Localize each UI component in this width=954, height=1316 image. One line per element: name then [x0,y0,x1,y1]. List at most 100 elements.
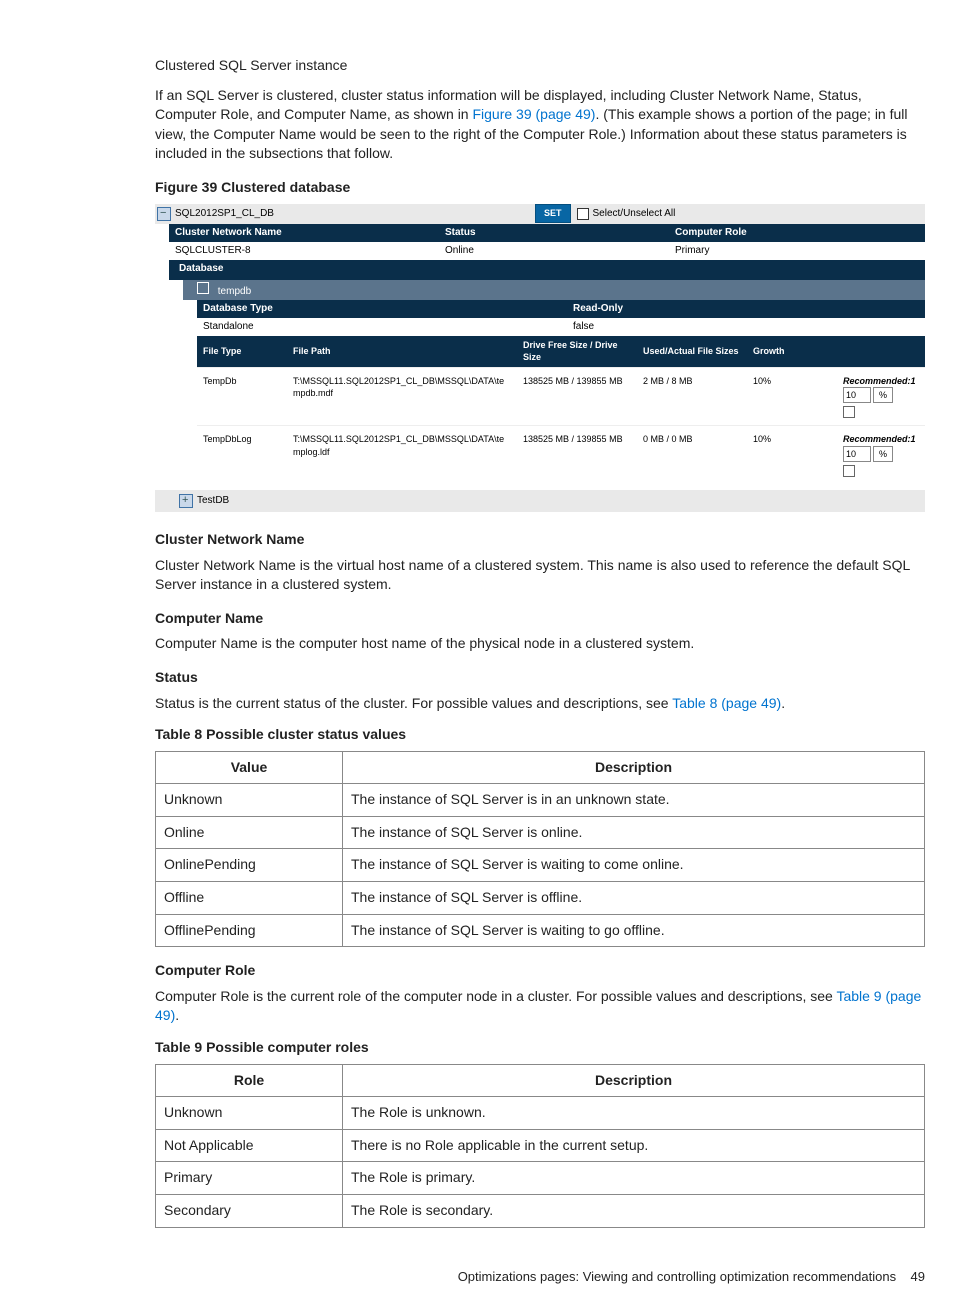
table-cell-value: Primary [156,1162,343,1195]
table-cell-value: Online [156,816,343,849]
file-growth: 10% [747,372,837,391]
section-cr-text: Computer Role is the current role of the… [155,987,925,1026]
intro-heading: Clustered SQL Server instance [155,56,925,76]
file-header-row: File Type File Path Drive Free Size / Dr… [197,336,925,367]
collapse-icon[interactable] [157,207,171,221]
reco-value-input[interactable]: 10 [843,387,871,403]
hdr-file-path: File Path [287,342,517,361]
table-row: SecondaryThe Role is secondary. [156,1195,925,1228]
section-cn-text: Computer Name is the computer host name … [155,634,925,654]
table-cell-desc: The instance of SQL Server is waiting to… [343,849,925,882]
tempdb-band[interactable]: tempdb [183,280,925,300]
file-path: T:\MSSQL11.SQL2012SP1_CL_DB\MSSQL\DATA\t… [287,372,517,403]
reco-label: Recommended:1 [843,376,916,386]
hdr-file-type: File Type [197,342,287,361]
dbtype-data-row: Standalone false [197,318,925,336]
table-cell-desc: The Role is secondary. [343,1195,925,1228]
db-instance-name: SQL2012SP1_CL_DB [175,207,535,221]
table-cell-desc: The Role is unknown. [343,1097,925,1130]
table9-col2: Description [343,1064,925,1097]
table-cell-desc: The instance of SQL Server is waiting to… [343,914,925,947]
cr-text-b: . [175,1007,179,1023]
table8-link[interactable]: Table 8 (page 49) [672,695,781,711]
select-all-label: Select/Unselect All [593,207,676,221]
tempdb-label: tempdb [218,286,251,297]
file-drive: 138525 MB / 139855 MB [517,372,637,391]
file-used: 0 MB / 0 MB [637,430,747,449]
reco-unit[interactable]: % [873,446,893,462]
file-growth: 10% [747,430,837,449]
hdr-growth: Growth [747,342,837,361]
reco-checkbox[interactable] [843,465,855,477]
figure39-title: Figure 39 Clustered database [155,178,925,198]
file-drive: 138525 MB / 139855 MB [517,430,637,449]
table-row: PrimaryThe Role is primary. [156,1162,925,1195]
collapse-icon[interactable] [197,282,209,294]
cluster-header-row: Cluster Network Name Status Computer Rol… [169,224,925,242]
table-row: OnlineThe instance of SQL Server is onli… [156,816,925,849]
table9-col1: Role [156,1064,343,1097]
hdr-cluster-network-name: Cluster Network Name [169,224,439,242]
dbtype-header-row: Database Type Read-Only [197,300,925,318]
file-type: TempDbLog [197,430,287,449]
figure39-link[interactable]: Figure 39 (page 49) [472,106,595,122]
reco-label: Recommended:1 [843,434,916,444]
select-all-checkbox[interactable] [577,208,589,220]
table-cell-desc: The instance of SQL Server is offline. [343,882,925,915]
status-text-b: . [781,695,785,711]
val-cluster-network-name: SQLCLUSTER-8 [169,242,439,260]
reco-value-input[interactable]: 10 [843,446,871,462]
table-cell-value: Unknown [156,784,343,817]
section-status-heading: Status [155,668,925,688]
table-row: UnknownThe instance of SQL Server is in … [156,784,925,817]
reco-unit[interactable]: % [873,387,893,403]
table-cell-desc: The Role is primary. [343,1162,925,1195]
table8-col1: Value [156,751,343,784]
hdr-read-only: Read-Only [567,300,925,318]
testdb-label: TestDB [197,494,229,508]
hdr-reco [837,348,925,354]
table-row: UnknownThe Role is unknown. [156,1097,925,1130]
file-reco: Recommended:110% [837,372,925,422]
file-row: TempDbT:\MSSQL11.SQL2012SP1_CL_DB\MSSQL\… [197,367,925,426]
val-database-type: Standalone [197,318,567,336]
table-cell-desc: The instance of SQL Server is in an unkn… [343,784,925,817]
val-status: Online [439,242,669,260]
hdr-database-type: Database Type [197,300,567,318]
hdr-computer-role: Computer Role [669,224,925,242]
file-reco: Recommended:1 10% [837,430,925,480]
section-status-text: Status is the current status of the clus… [155,694,925,714]
section-cr-heading: Computer Role [155,961,925,981]
testdb-row[interactable]: TestDB [155,490,925,512]
file-type: TempDb [197,372,287,391]
table-row: OnlinePendingThe instance of SQL Server … [156,849,925,882]
val-read-only: false [567,318,925,336]
table-cell-desc: There is no Role applicable in the curre… [343,1129,925,1162]
set-button[interactable]: SET [535,204,571,223]
expand-icon[interactable] [179,494,193,508]
hdr-status: Status [439,224,669,242]
db-title-row: SQL2012SP1_CL_DB SET Select/Unselect All [155,204,925,224]
intro-paragraph: If an SQL Server is clustered, cluster s… [155,86,925,164]
table-cell-value: Secondary [156,1195,343,1228]
table-cell-value: Not Applicable [156,1129,343,1162]
table-row: OfflinePendingThe instance of SQL Server… [156,914,925,947]
table-cell-value: Offline [156,882,343,915]
status-text-a: Status is the current status of the clus… [155,695,672,711]
figure39-screenshot: SQL2012SP1_CL_DB SET Select/Unselect All… [155,204,925,512]
table9: Role Description UnknownThe Role is unkn… [155,1064,925,1228]
section-cnn-text: Cluster Network Name is the virtual host… [155,556,925,595]
table-row: Not ApplicableThere is no Role applicabl… [156,1129,925,1162]
file-row: TempDbLogT:\MSSQL11.SQL2012SP1_CL_DB\MSS… [197,425,925,484]
table-cell-value: OfflinePending [156,914,343,947]
section-cnn-heading: Cluster Network Name [155,530,925,550]
hdr-used-size: Used/Actual File Sizes [637,342,747,361]
table-cell-desc: The instance of SQL Server is online. [343,816,925,849]
cr-text-a: Computer Role is the current role of the… [155,988,836,1004]
table8-col2: Description [343,751,925,784]
reco-checkbox[interactable] [843,406,855,418]
file-path: T:\MSSQL11.SQL2012SP1_CL_DB\MSSQL\DATA\t… [287,430,517,461]
table-row: OfflineThe instance of SQL Server is off… [156,882,925,915]
database-band: Database [169,260,925,280]
table8: Value Description UnknownThe instance of… [155,751,925,948]
